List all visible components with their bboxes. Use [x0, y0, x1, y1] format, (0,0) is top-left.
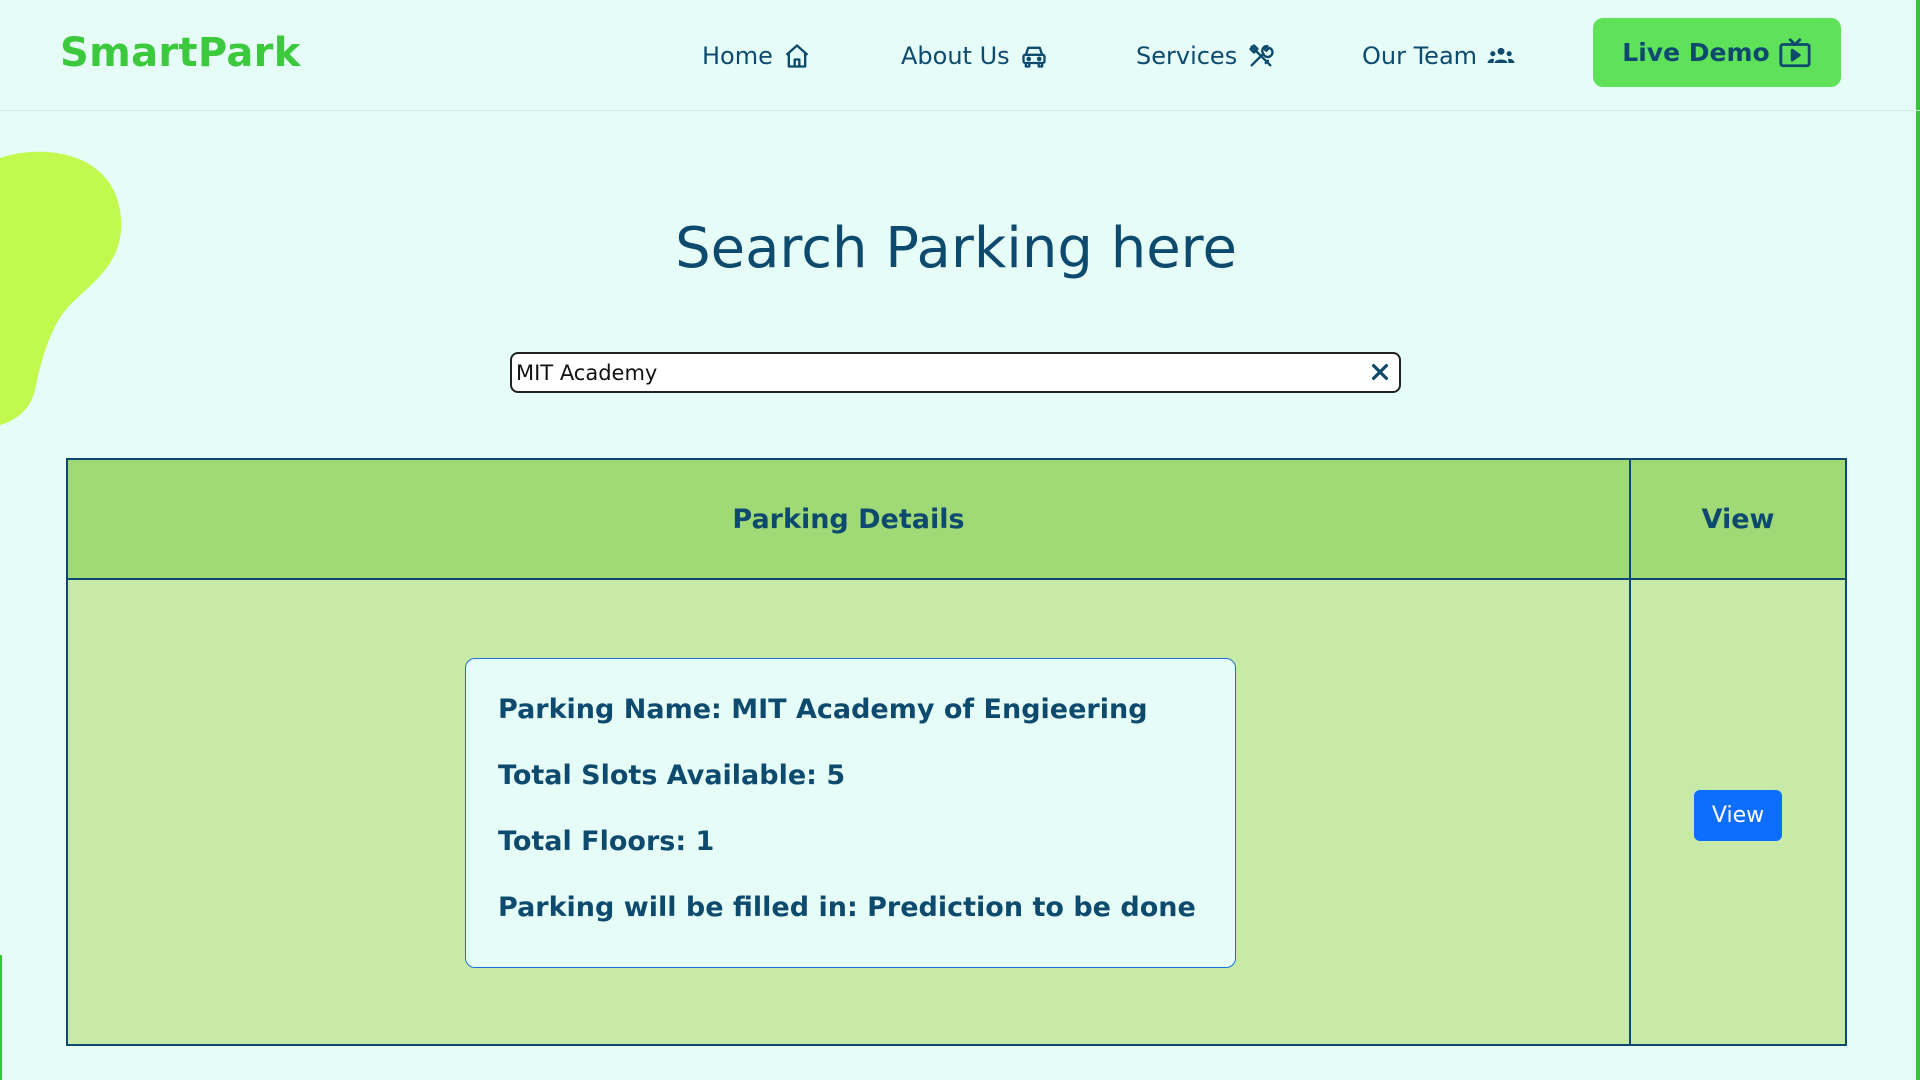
car-icon — [1021, 46, 1046, 68]
nav-item-label: Home — [702, 42, 773, 70]
right-edge-bar — [1916, 0, 1920, 1080]
users-icon — [1487, 47, 1515, 63]
home-icon — [785, 44, 809, 68]
column-header-parking-details: Parking Details — [68, 460, 1631, 580]
nav-item-label: Services — [1136, 42, 1238, 70]
parking-table: Parking Details View Parking Name: MIT A… — [66, 458, 1847, 1046]
tv-play-icon — [1779, 37, 1811, 67]
decorative-blob — [0, 151, 122, 425]
nav-item-about-us[interactable]: About Us — [901, 38, 1048, 74]
nav-item-label: Our Team — [1362, 42, 1478, 70]
search-box — [510, 352, 1401, 393]
tools-icon — [1249, 44, 1274, 67]
close-icon[interactable] — [1369, 361, 1391, 383]
brand-logo[interactable]: SmartPark — [60, 30, 301, 76]
fill-prediction: Parking will be filled in: Prediction to… — [498, 892, 1196, 923]
nav-item-label: About Us — [901, 42, 1010, 70]
search-input[interactable] — [516, 354, 1376, 391]
view-button[interactable]: View — [1694, 790, 1782, 841]
live-demo-label: Live Demo — [1622, 38, 1770, 67]
nav-item-services[interactable]: Services — [1136, 38, 1275, 74]
left-edge-bar — [0, 955, 2, 1080]
total-floors: Total Floors: 1 — [498, 826, 715, 857]
navbar: SmartPark Home About Us Services Our Tea… — [0, 0, 1920, 111]
nav-item-home[interactable]: Home — [702, 38, 811, 74]
column-header-view: View — [1631, 460, 1845, 580]
parking-name: Parking Name: MIT Academy of Engieering — [498, 694, 1148, 725]
table-cell-details: Parking Name: MIT Academy of Engieering … — [68, 580, 1631, 1044]
parking-card: Parking Name: MIT Academy of Engieering … — [465, 658, 1236, 968]
nav-item-our-team[interactable]: Our Team — [1362, 38, 1515, 74]
page-title: Search Parking here — [675, 216, 1237, 281]
total-slots: Total Slots Available: 5 — [498, 760, 846, 791]
live-demo-button[interactable]: Live Demo — [1593, 18, 1841, 87]
table-cell-view: View — [1631, 580, 1845, 1044]
